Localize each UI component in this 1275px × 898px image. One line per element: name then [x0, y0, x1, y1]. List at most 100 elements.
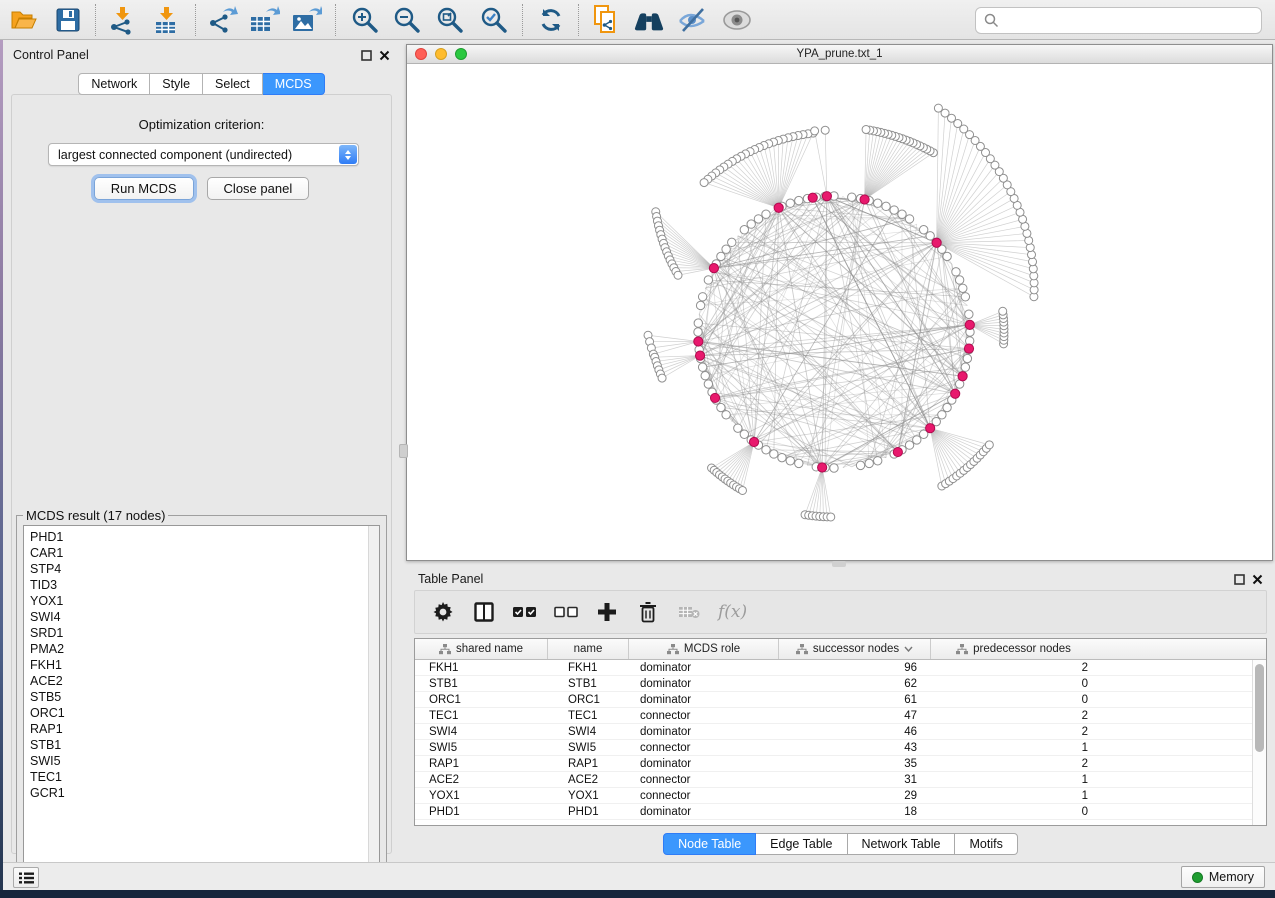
table-cell[interactable]: SWI5 — [548, 742, 629, 754]
float-table-panel-icon[interactable] — [1234, 574, 1245, 585]
table-cell[interactable]: 0 — [931, 678, 1096, 690]
tab-network-table[interactable]: Network Table — [848, 833, 956, 855]
column-header-shared-name[interactable]: shared name — [415, 639, 548, 659]
table-cell[interactable]: dominator — [629, 678, 779, 690]
network-node[interactable] — [740, 430, 748, 438]
table-cell[interactable]: STB1 — [415, 678, 548, 690]
table-cell[interactable]: connector — [629, 742, 779, 754]
table-row[interactable]: ACE2ACE2connector311 — [415, 772, 1252, 788]
network-node[interactable] — [795, 196, 803, 204]
network-node[interactable] — [698, 293, 706, 301]
network-node[interactable] — [808, 193, 817, 202]
table-cell[interactable]: PHD1 — [548, 806, 629, 818]
table-cell[interactable]: connector — [629, 774, 779, 786]
network-node[interactable] — [827, 513, 835, 521]
mcds-result-item[interactable]: STP4 — [30, 561, 379, 577]
horizontal-splitter-handle[interactable] — [832, 561, 846, 567]
table-row[interactable]: SWI4SWI4dominator462 — [415, 724, 1252, 740]
table-cell[interactable]: ACE2 — [548, 774, 629, 786]
network-node[interactable] — [964, 344, 973, 353]
column-header-predecessor-nodes[interactable]: predecessor nodes — [931, 639, 1096, 659]
network-node[interactable] — [874, 457, 882, 465]
network-node[interactable] — [754, 215, 762, 223]
criterion-dropdown[interactable]: largest connected component (undirected) — [48, 143, 359, 166]
network-node[interactable] — [965, 310, 973, 318]
tab-select[interactable]: Select — [203, 73, 263, 95]
mcds-result-item[interactable]: SWI5 — [30, 753, 379, 769]
network-node[interactable] — [709, 264, 718, 273]
network-node[interactable] — [919, 226, 927, 234]
mcds-list-scrollbar[interactable] — [368, 526, 379, 876]
table-cell[interactable]: SWI4 — [415, 726, 548, 738]
memory-button[interactable]: Memory — [1181, 866, 1265, 888]
import-network-icon[interactable] — [106, 6, 138, 34]
table-cell[interactable]: dominator — [629, 758, 779, 770]
table-row[interactable]: FKH1FKH1dominator962 — [415, 660, 1252, 676]
mcds-result-list[interactable]: PHD1CAR1STP4TID3YOX1SWI4SRD1PMA2FKH1ACE2… — [23, 525, 380, 877]
table-cell[interactable]: TEC1 — [548, 710, 629, 722]
network-node[interactable] — [818, 463, 827, 472]
table-cell[interactable]: SWI5 — [415, 742, 548, 754]
network-node[interactable] — [952, 268, 960, 276]
network-node[interactable] — [774, 203, 783, 212]
save-session-icon[interactable] — [52, 6, 84, 34]
network-node[interactable] — [905, 215, 913, 223]
network-node[interactable] — [893, 447, 902, 456]
table-scrollbar[interactable] — [1252, 660, 1266, 825]
mcds-result-item[interactable]: ORC1 — [30, 705, 379, 721]
tab-edge-table[interactable]: Edge Table — [756, 833, 847, 855]
network-node[interactable] — [770, 450, 778, 458]
table-cell[interactable]: 1 — [931, 774, 1096, 786]
hide-graphics-details-icon[interactable] — [721, 6, 753, 34]
table-cell[interactable]: 0 — [931, 694, 1096, 706]
close-table-panel-icon[interactable] — [1252, 574, 1263, 585]
network-node[interactable] — [704, 276, 712, 284]
mcds-result-item[interactable]: SRD1 — [30, 625, 379, 641]
mcds-result-item[interactable]: GCR1 — [30, 785, 379, 801]
table-cell[interactable]: 18 — [779, 806, 931, 818]
mcds-result-item[interactable]: STB5 — [30, 689, 379, 705]
table-cell[interactable]: 0 — [931, 806, 1096, 818]
zoom-selected-icon[interactable] — [478, 6, 510, 34]
network-node[interactable] — [695, 351, 704, 360]
copy-network-icon[interactable] — [590, 6, 622, 34]
import-table-icon[interactable] — [150, 6, 182, 34]
network-node[interactable] — [749, 437, 758, 446]
table-settings-gear-icon[interactable] — [431, 600, 455, 624]
network-node[interactable] — [658, 374, 666, 382]
open-file-icon[interactable] — [8, 6, 40, 34]
first-neighbors-icon[interactable] — [633, 6, 665, 34]
table-row[interactable]: SWI5SWI5connector431 — [415, 740, 1252, 756]
tab-node-table[interactable]: Node Table — [663, 833, 756, 855]
show-panels-button[interactable] — [13, 867, 39, 888]
network-canvas[interactable] — [407, 64, 1272, 560]
network-node[interactable] — [717, 252, 725, 260]
table-cell[interactable]: dominator — [629, 694, 779, 706]
tab-style[interactable]: Style — [150, 73, 203, 95]
table-cell[interactable]: connector — [629, 710, 779, 722]
table-cell[interactable]: 62 — [779, 678, 931, 690]
network-node[interactable] — [786, 457, 794, 465]
zoom-fit-icon[interactable] — [434, 6, 466, 34]
network-node[interactable] — [963, 354, 971, 362]
table-cell[interactable]: 2 — [931, 662, 1096, 674]
network-node[interactable] — [704, 380, 712, 388]
network-node[interactable] — [739, 486, 747, 494]
table-cell[interactable]: FKH1 — [415, 662, 548, 674]
table-cell[interactable]: ORC1 — [548, 694, 629, 706]
search-input[interactable] — [1005, 14, 1253, 28]
table-cell[interactable]: 2 — [931, 710, 1096, 722]
mcds-result-item[interactable]: ACE2 — [30, 673, 379, 689]
table-cell[interactable]: connector — [629, 790, 779, 802]
table-cell[interactable]: PHD1 — [415, 806, 548, 818]
network-node[interactable] — [926, 232, 934, 240]
network-window-titlebar[interactable]: YPA_prune.txt_1 — [407, 45, 1272, 64]
table-cell[interactable]: 29 — [779, 790, 931, 802]
table-cell[interactable]: RAP1 — [415, 758, 548, 770]
network-node[interactable] — [822, 192, 831, 201]
refresh-icon[interactable] — [535, 6, 567, 34]
table-cell[interactable]: 96 — [779, 662, 931, 674]
network-node[interactable] — [985, 441, 993, 449]
table-cell[interactable]: 43 — [779, 742, 931, 754]
network-node[interactable] — [958, 372, 967, 381]
